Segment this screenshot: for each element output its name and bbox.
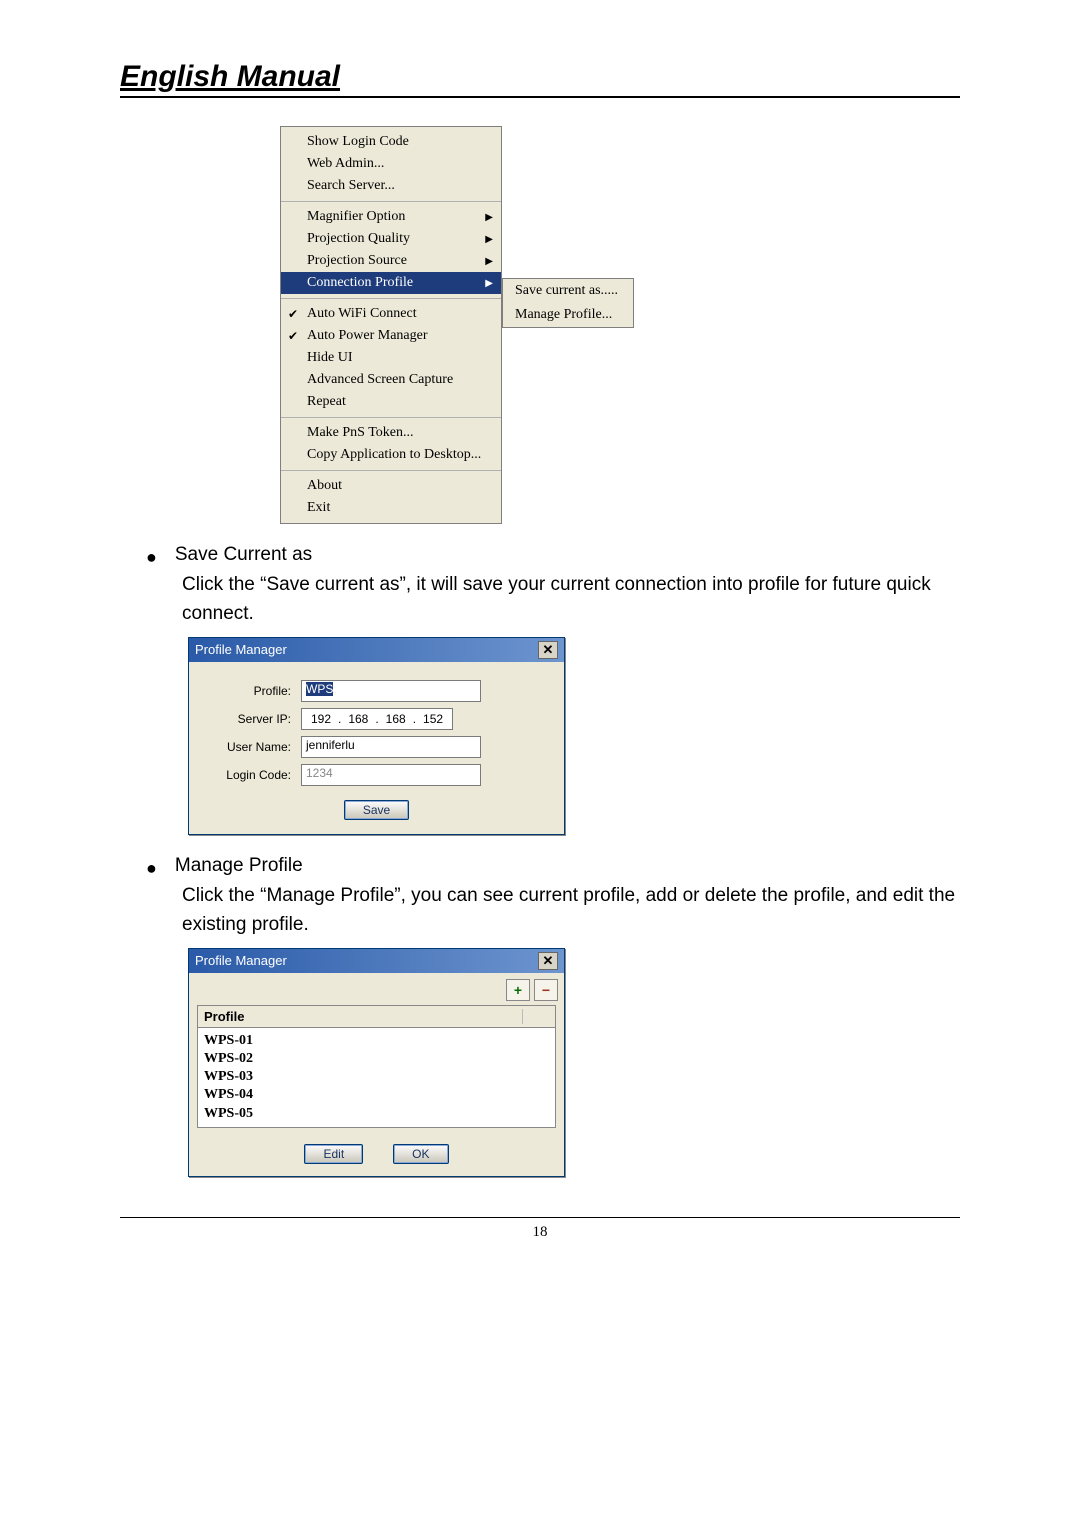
dialog-title: Profile Manager [195,953,538,968]
section-heading: Manage Profile [175,855,303,877]
server-ip-field[interactable]: 192. 168. 168. 152 [301,708,453,730]
column-header-spacer [522,1009,549,1024]
context-menu-figure: Show Login Code Web Admin... Search Serv… [280,126,960,524]
chevron-right-icon: ▶ [485,256,493,267]
close-icon[interactable]: ✕ [538,952,558,970]
close-icon[interactable]: ✕ [538,641,558,659]
menu-item-hide-ui[interactable]: Hide UI [281,347,501,369]
menu-item-projection-quality[interactable]: Projection Quality▶ [281,228,501,250]
check-icon: ✔ [288,307,298,322]
label-server-ip: Server IP: [203,712,301,726]
menu-item-show-login-code[interactable]: Show Login Code [281,131,501,153]
profile-manager-list-dialog: Profile Manager ✕ + − Profile WPS-01 WPS… [188,948,565,1177]
menu-item-make-pns-token[interactable]: Make PnS Token... [281,422,501,444]
chevron-right-icon: ▶ [485,234,493,245]
label-user-name: User Name: [203,740,301,754]
column-header-profile: Profile [204,1009,522,1024]
list-item[interactable]: WPS-04 [204,1086,549,1104]
label-profile: Profile: [203,684,301,698]
page-number: 18 [120,1224,960,1241]
save-button[interactable]: Save [344,800,409,820]
login-code-field[interactable]: 1234 [301,764,481,786]
menu-item-copy-app-desktop[interactable]: Copy Application to Desktop... [281,444,501,466]
menu-item-about[interactable]: About [281,475,501,497]
bullet-icon: ● [146,544,157,570]
submenu-item-manage-profile[interactable]: Manage Profile... [503,303,633,327]
username-field[interactable]: jenniferlu [301,736,481,758]
menu-item-web-admin[interactable]: Web Admin... [281,153,501,175]
menu-item-magnifier-option[interactable]: Magnifier Option▶ [281,206,501,228]
list-item[interactable]: WPS-02 [204,1050,549,1068]
menu-item-search-server[interactable]: Search Server... [281,175,501,197]
chevron-right-icon: ▶ [485,212,493,223]
bullet-icon: ● [146,855,157,881]
menu-item-auto-wifi-connect[interactable]: ✔Auto WiFi Connect [281,303,501,325]
edit-button[interactable]: Edit [304,1144,363,1164]
section-body: Click the “Save current as”, it will sav… [182,570,960,629]
section-body: Click the “Manage Profile”, you can see … [182,881,960,940]
list-item[interactable]: WPS-01 [204,1032,549,1050]
submenu-item-save-current-as[interactable]: Save current as..... [503,279,633,303]
chevron-right-icon: ▶ [485,278,493,289]
section-heading: Save Current as [175,544,312,566]
remove-button[interactable]: − [534,979,558,1001]
ok-button[interactable]: OK [393,1144,448,1164]
menu-item-repeat[interactable]: Repeat [281,391,501,413]
menu-item-advanced-screen-capture[interactable]: Advanced Screen Capture [281,369,501,391]
menu-item-exit[interactable]: Exit [281,497,501,519]
context-menu: Show Login Code Web Admin... Search Serv… [280,126,502,524]
footer-separator [120,1217,960,1218]
menu-item-projection-source[interactable]: Projection Source▶ [281,250,501,272]
profile-field[interactable]: WPS [301,680,481,702]
dialog-title: Profile Manager [195,642,538,657]
add-button[interactable]: + [506,979,530,1001]
profile-list-box: Profile WPS-01 WPS-02 WPS-03 WPS-04 WPS-… [197,1005,556,1128]
profile-manager-save-dialog: Profile Manager ✕ Profile: WPS Server IP… [188,637,565,835]
page-title: English Manual [120,60,960,98]
list-item[interactable]: WPS-05 [204,1105,549,1123]
label-login-code: Login Code: [203,768,301,782]
list-item[interactable]: WPS-03 [204,1068,549,1086]
submenu-connection-profile: Save current as..... Manage Profile... [502,278,634,328]
menu-item-auto-power-manager[interactable]: ✔Auto Power Manager [281,325,501,347]
check-icon: ✔ [288,329,298,344]
menu-item-connection-profile[interactable]: Connection Profile▶ [281,272,501,294]
